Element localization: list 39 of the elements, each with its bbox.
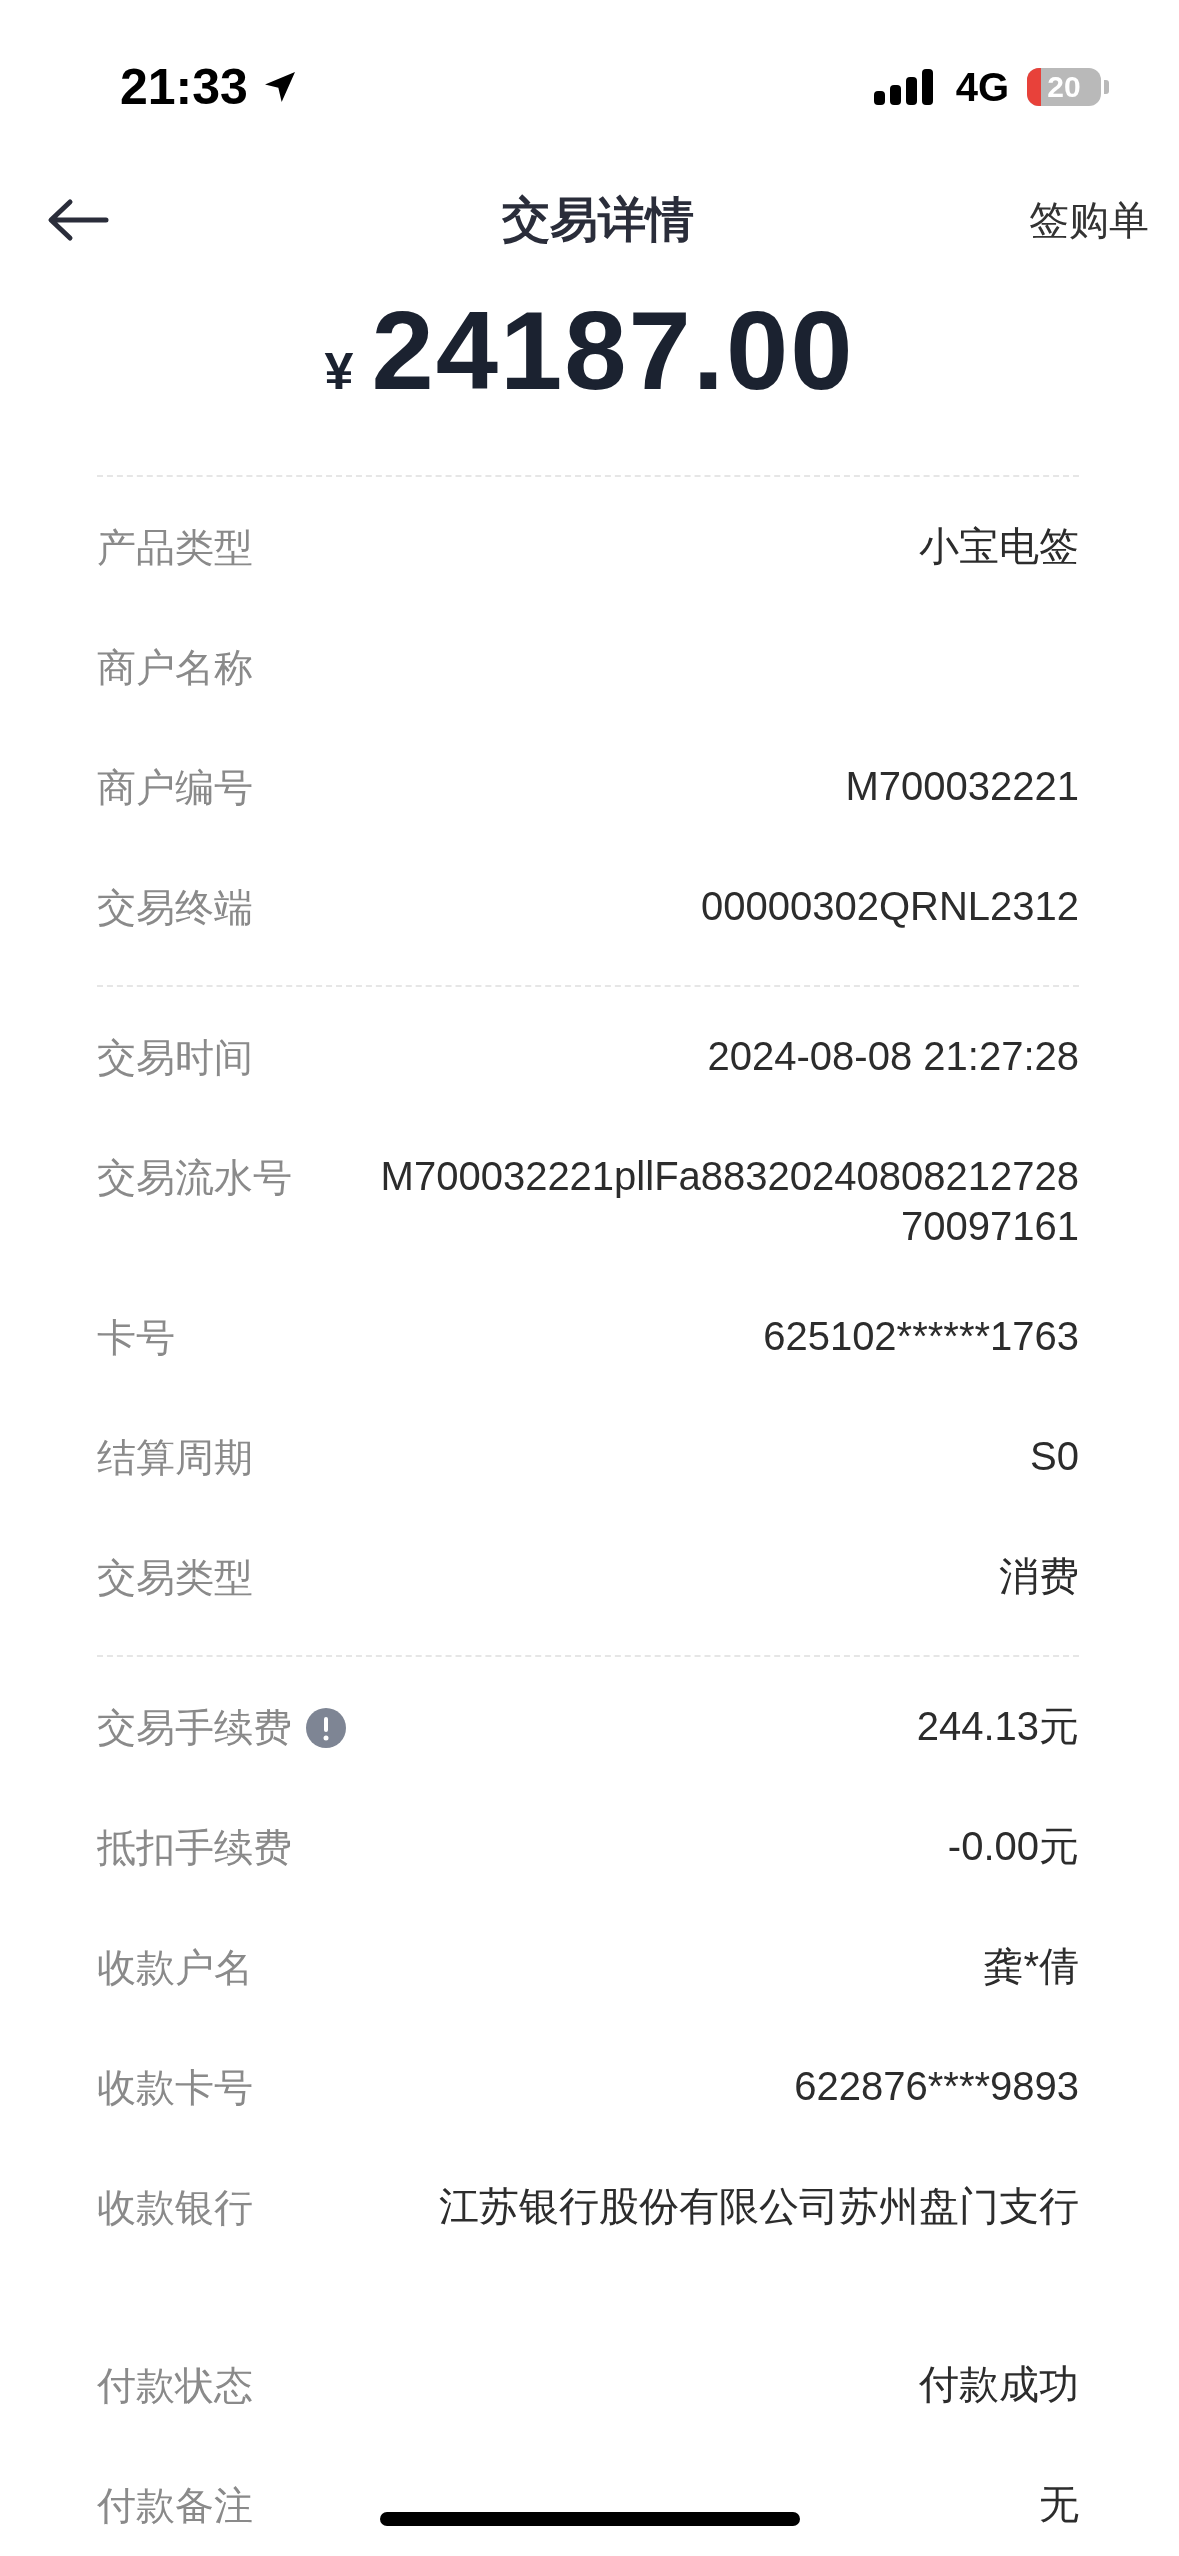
field-label: 付款状态 [97, 2363, 253, 2409]
field-label: 交易手续费 [97, 1705, 292, 1751]
field-value: 00000302QRNL2312 [700, 883, 1079, 930]
field-label: 商户编号 [97, 765, 253, 811]
status-time: 21:33 [120, 58, 248, 116]
field-value: 2024-08-08 21:27:28 [707, 1033, 1079, 1080]
field-label: 交易时间 [97, 1035, 253, 1081]
field-label: 产品类型 [97, 525, 253, 571]
field-value: 244.13元 [916, 1703, 1079, 1750]
field-value: S0 [1030, 1433, 1079, 1480]
field-label: 收款卡号 [97, 2065, 253, 2111]
field-label: 收款银行 [97, 2185, 253, 2231]
field-value: -0.00元 [947, 1823, 1079, 1870]
field-label: 结算周期 [97, 1435, 253, 1481]
field-value: M700032221pllFa8832024080821272870097161 [379, 1153, 1079, 1250]
info-icon[interactable] [306, 1708, 346, 1748]
field-label: 抵扣手续费 [97, 1825, 292, 1871]
network-label: 4G [955, 64, 1009, 110]
field-value: 小宝电签 [919, 523, 1079, 570]
amount-value: 24187.00 [371, 287, 855, 415]
field-label: 交易终端 [97, 885, 253, 931]
field-value: 龚*倩 [983, 1943, 1079, 1990]
receipt-link[interactable]: 签购单 [1029, 192, 1149, 248]
currency-symbol: ¥ [324, 341, 354, 401]
field-label: 卡号 [97, 1315, 175, 1361]
field-value: 622876****9893 [794, 2063, 1079, 2110]
field-value: 625102******1763 [763, 1313, 1079, 1360]
field-label: 付款备注 [97, 2483, 253, 2529]
page-title: 交易详情 [500, 192, 695, 248]
field-value: 消费 [999, 1553, 1079, 1600]
field-value: 无 [1039, 2481, 1079, 2528]
field-label: 交易类型 [97, 1555, 253, 1601]
field-label: 交易流水号 [97, 1155, 292, 1201]
back-button[interactable] [46, 198, 110, 242]
field-label: 商户名称 [97, 645, 253, 691]
field-value: M700032221 [845, 763, 1079, 810]
field-value: 江苏银行股份有限公司苏州盘门支行 [439, 2183, 1079, 2230]
field-label: 收款户名 [97, 1945, 253, 1991]
field-value: 付款成功 [919, 2361, 1079, 2408]
